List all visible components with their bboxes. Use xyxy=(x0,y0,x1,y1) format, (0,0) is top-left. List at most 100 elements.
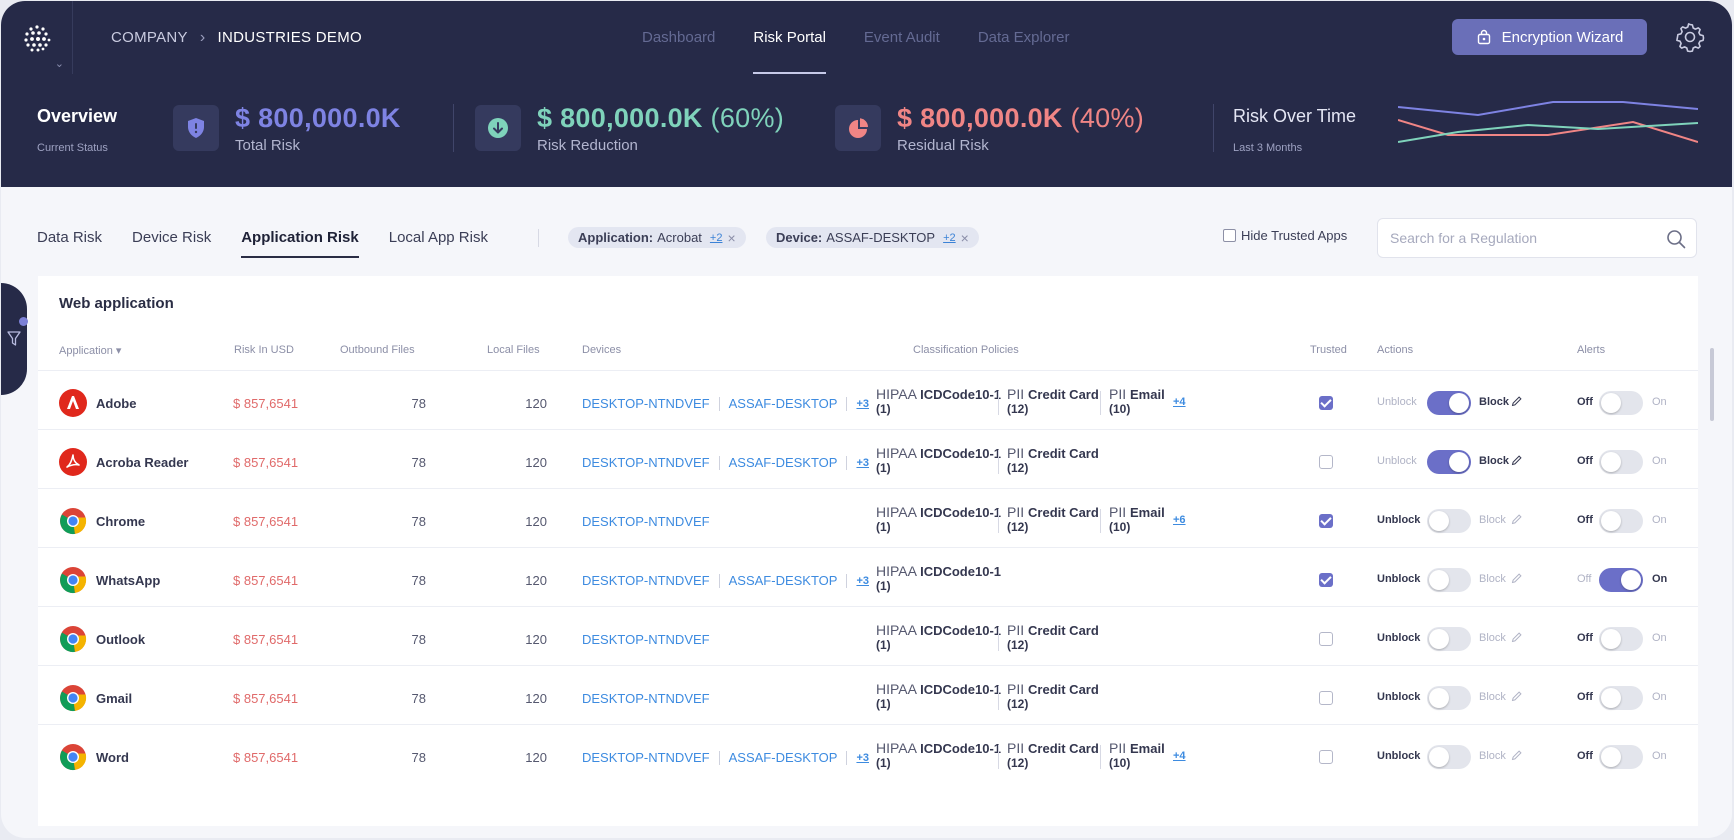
alert-on-label: On xyxy=(1652,573,1668,585)
table-row[interactable]: WhatsApp $ 857,6541 78 120 DESKTOP-NTNDVEF AS… xyxy=(38,547,1698,612)
divider xyxy=(718,396,720,411)
policies-more-link[interactable]: +4 xyxy=(1173,396,1186,408)
close-icon[interactable]: × xyxy=(727,230,735,246)
filter-more-link[interactable]: +2 xyxy=(943,232,956,244)
table-row[interactable]: Chrome $ 857,6541 78 120 DESKTOP-NTNDVEF HIPA… xyxy=(38,488,1698,553)
app-name[interactable]: Word xyxy=(96,750,129,765)
trusted-checkbox[interactable] xyxy=(1319,514,1333,528)
block-toggle[interactable] xyxy=(1427,391,1471,415)
alert-toggle[interactable] xyxy=(1599,568,1643,592)
app-name[interactable]: Chrome xyxy=(96,514,145,529)
checkbox[interactable] xyxy=(1223,229,1236,242)
trusted-checkbox[interactable] xyxy=(1319,632,1333,646)
overview-title: Overview xyxy=(37,106,118,126)
device-link[interactable]: DESKTOP-NTNDVEF xyxy=(582,573,710,588)
tab-device-risk[interactable]: Device Risk xyxy=(132,229,211,258)
trusted-checkbox[interactable] xyxy=(1319,455,1333,469)
chrome-app-icon xyxy=(59,566,87,594)
policy-tag: PII Credit Card (12) xyxy=(1007,386,1099,416)
device-link[interactable]: ASSAF-DESKTOP xyxy=(729,573,838,588)
alert-toggle[interactable] xyxy=(1599,686,1643,710)
devices-more-link[interactable]: +3 xyxy=(856,575,869,587)
alert-on-label: On xyxy=(1652,632,1667,644)
devices-list: DESKTOP-NTNDVEF ASSAF-DESKTOP +3 xyxy=(582,396,869,411)
table-row[interactable]: Acroba Reader $ 857,6541 78 120 DESKTOP-NTND… xyxy=(38,429,1698,494)
alert-on-label: On xyxy=(1652,750,1667,762)
header-application[interactable]: Application ▾ xyxy=(59,344,121,357)
table-row[interactable]: Adobe $ 857,6541 78 120 DESKTOP-NTNDVEF ASSAF… xyxy=(38,370,1698,435)
encryption-wizard-label: Encryption Wizard xyxy=(1501,28,1624,46)
hide-trusted-apps-checkbox[interactable]: Hide Trusted Apps xyxy=(1223,228,1347,243)
app-switcher[interactable]: ⌄ xyxy=(1,1,73,74)
filter-chip-application[interactable]: Application: Acrobat +2 × xyxy=(568,227,746,248)
edit-pencil-icon[interactable] xyxy=(1511,512,1522,530)
outbound-files: 78 xyxy=(411,514,426,529)
tab-application-risk[interactable]: Application Risk xyxy=(241,229,359,258)
filter-drawer-handle[interactable] xyxy=(1,283,27,395)
edit-pencil-icon[interactable] xyxy=(1511,453,1522,471)
block-toggle[interactable] xyxy=(1427,509,1471,533)
alert-toggle[interactable] xyxy=(1599,745,1643,769)
edit-pencil-icon[interactable] xyxy=(1511,630,1522,648)
trusted-checkbox[interactable] xyxy=(1319,691,1333,705)
block-toggle[interactable] xyxy=(1427,450,1471,474)
app-name[interactable]: Gmail xyxy=(96,691,132,706)
app-name[interactable]: Outlook xyxy=(96,632,145,647)
block-toggle[interactable] xyxy=(1427,745,1471,769)
breadcrumb-company[interactable]: COMPANY xyxy=(111,29,188,46)
breadcrumb-current[interactable]: INDUSTRIES DEMO xyxy=(217,29,362,46)
devices-list: DESKTOP-NTNDVEF ASSAF-DESKTOP +3 xyxy=(582,573,869,588)
tab-data-risk[interactable]: Data Risk xyxy=(37,229,102,258)
search-input[interactable] xyxy=(1390,230,1660,246)
devices-more-link[interactable]: +3 xyxy=(856,398,869,410)
device-link[interactable]: DESKTOP-NTNDVEF xyxy=(582,514,710,529)
device-link[interactable]: DESKTOP-NTNDVEF xyxy=(582,750,710,765)
gear-icon[interactable] xyxy=(1674,21,1706,53)
edit-pencil-icon[interactable] xyxy=(1511,689,1522,707)
search-icon[interactable] xyxy=(1666,229,1686,249)
table-row[interactable]: Gmail $ 857,6541 78 120 DESKTOP-NTNDVEF HIPAA… xyxy=(38,665,1698,730)
device-link[interactable]: DESKTOP-NTNDVEF xyxy=(582,396,710,411)
device-link[interactable]: ASSAF-DESKTOP xyxy=(729,750,838,765)
alert-toggle[interactable] xyxy=(1599,391,1643,415)
app-name[interactable]: Adobe xyxy=(96,396,136,411)
table-row[interactable]: Word $ 857,6541 78 120 DESKTOP-NTNDVEF ASSAF-… xyxy=(38,724,1698,789)
block-label: Block xyxy=(1479,573,1506,585)
device-link[interactable]: DESKTOP-NTNDVEF xyxy=(582,632,710,647)
filter-more-link[interactable]: +2 xyxy=(710,232,723,244)
trusted-checkbox[interactable] xyxy=(1319,396,1333,410)
filter-chip-device[interactable]: Device: ASSAF-DESKTOP +2 × xyxy=(766,227,979,248)
tab-local-app-risk[interactable]: Local App Risk xyxy=(389,229,488,258)
device-link[interactable]: DESKTOP-NTNDVEF xyxy=(582,455,710,470)
block-toggle[interactable] xyxy=(1427,568,1471,592)
policies-more-link[interactable]: +6 xyxy=(1173,514,1186,526)
tab-data-explorer[interactable]: Data Explorer xyxy=(978,1,1070,74)
app-name[interactable]: Acroba Reader xyxy=(96,455,188,470)
tab-event-audit[interactable]: Event Audit xyxy=(864,1,940,74)
table-row[interactable]: Outlook $ 857,6541 78 120 DESKTOP-NTNDVEF HIP… xyxy=(38,606,1698,671)
alert-toggle[interactable] xyxy=(1599,627,1643,651)
edit-pencil-icon[interactable] xyxy=(1511,394,1522,412)
tab-risk-portal[interactable]: Risk Portal xyxy=(753,1,826,74)
encryption-wizard-button[interactable]: Encryption Wizard xyxy=(1452,19,1647,55)
edit-pencil-icon[interactable] xyxy=(1511,571,1522,589)
device-link[interactable]: ASSAF-DESKTOP xyxy=(729,455,838,470)
alert-toggle[interactable] xyxy=(1599,450,1643,474)
trusted-checkbox[interactable] xyxy=(1319,573,1333,587)
scrollbar[interactable] xyxy=(1710,348,1714,421)
app-name[interactable]: WhatsApp xyxy=(96,573,160,588)
edit-pencil-icon[interactable] xyxy=(1511,748,1522,766)
devices-more-link[interactable]: +3 xyxy=(856,752,869,764)
policies-more-link[interactable]: +4 xyxy=(1173,750,1186,762)
trusted-checkbox[interactable] xyxy=(1319,750,1333,764)
devices-more-link[interactable]: +3 xyxy=(856,457,869,469)
tab-dashboard[interactable]: Dashboard xyxy=(642,1,715,74)
pie-chart-icon xyxy=(835,105,881,151)
devices-list: DESKTOP-NTNDVEF xyxy=(582,632,710,647)
device-link[interactable]: DESKTOP-NTNDVEF xyxy=(582,691,710,706)
close-icon[interactable]: × xyxy=(961,230,969,246)
alert-toggle[interactable] xyxy=(1599,509,1643,533)
block-toggle[interactable] xyxy=(1427,686,1471,710)
block-toggle[interactable] xyxy=(1427,627,1471,651)
device-link[interactable]: ASSAF-DESKTOP xyxy=(729,396,838,411)
